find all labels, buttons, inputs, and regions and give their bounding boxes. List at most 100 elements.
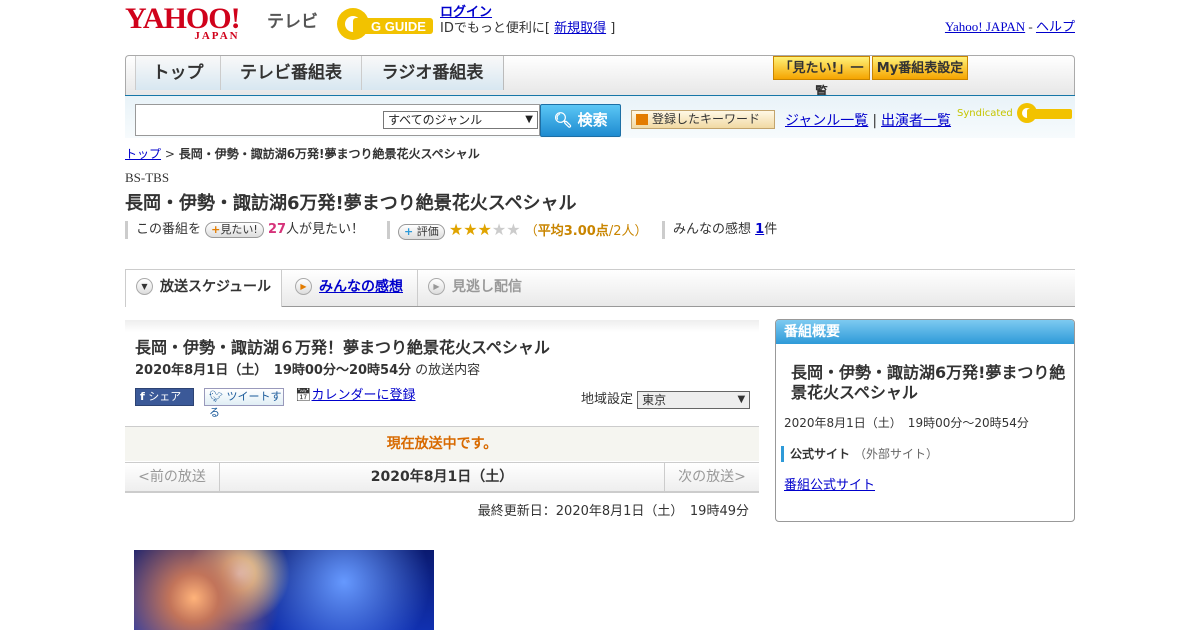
region-select[interactable]: 東京 ▼ [637, 390, 751, 409]
tweet-button[interactable]: 🐦︎ ツイートする [204, 388, 284, 419]
yahoo-japan-logo[interactable]: YAHOO! JAPAN [125, 4, 241, 42]
want-stat: この番組を +見たい! 27人が見たい！ [125, 221, 364, 239]
next-broadcast-link[interactable]: 次の放送> [664, 463, 759, 492]
plus-icon: + [211, 222, 221, 236]
program-summary-panel: 番組概要 長岡・伊勢・諏訪湖6万発!夢まつり絶景花火スペシャル 2020年8月1… [775, 319, 1075, 522]
registered-keyword-button[interactable]: 登録したキーワード [631, 110, 775, 129]
search-bar: すべてのジャンル ▼ 🔍︎ 検索 登録したキーワード ジャンル一覧 | 出演者一覧 … [125, 96, 1075, 138]
login-suffix: ] [606, 21, 616, 36]
rating-people: /2人） [608, 224, 648, 239]
summary-title: 長岡・伊勢・諏訪湖6万発!夢まつり絶景花火スペシャル [791, 363, 1066, 402]
summary-datetime: 2020年8月1日（土） 19時00分～20時54分 [784, 416, 1029, 430]
pager-current-date: 2020年8月1日（土） [370, 469, 514, 485]
want-button-label: 見たい! [220, 222, 258, 236]
chevron-down-icon: ▼ [136, 278, 153, 295]
star-filled-icon: ★ [463, 220, 478, 239]
impressions-label: みんなの感想 [673, 222, 756, 237]
broadcast-datetime-suffix: の放送内容 [415, 363, 481, 378]
star-filled-icon: ★ [477, 220, 492, 239]
search-links: ジャンル一覧 | 出演者一覧 [785, 110, 951, 130]
my-schedule-button[interactable]: My番組表設定 [872, 56, 968, 80]
broadcast-datetime: 2020年8月1日（土） 19時00分～20時54分 の放送内容 [135, 359, 480, 378]
login-box: ログイン IDでもっと便利に[ 新規取得 ] [440, 5, 615, 37]
genre-select[interactable]: すべてのジャンル ▼ [383, 111, 538, 129]
tab-impressions-label: みんなの感想 [319, 279, 403, 295]
header-separator: - [1025, 19, 1036, 34]
search-icon: 🔍︎ [553, 111, 573, 129]
syndicated-label: Syndicated [957, 108, 1013, 119]
breadcrumb-arrow: > [161, 147, 179, 161]
impressions-stat: みんなの感想 1件 [662, 221, 777, 239]
link-separator: | [872, 113, 878, 129]
rate-button[interactable]: + 評価 [398, 223, 445, 240]
calendar-link[interactable]: カレンダーに登録 [312, 388, 416, 403]
header: YAHOO! JAPAN テレビ G GUIDE ログイン IDでもっと便利に[… [125, 0, 1075, 50]
signup-link[interactable]: 新規取得 [554, 21, 606, 36]
content-tabs: ▼ 放送スケジュール ▶ みんなの感想 ▶ 見逃し配信 [125, 269, 1075, 307]
tab-schedule[interactable]: ▼ 放送スケジュール [125, 270, 282, 307]
prev-broadcast-link[interactable]: <前の放送 [125, 463, 220, 492]
help-link[interactable]: ヘルプ [1036, 19, 1075, 34]
rating-average: 平均3.00点 [537, 224, 609, 239]
tab-schedule-label: 放送スケジュール [160, 279, 272, 295]
channel-name: BS-TBS [125, 170, 170, 185]
search-button[interactable]: 🔍︎ 検索 [540, 104, 621, 137]
gguide-small-logo [1016, 103, 1072, 123]
rating-open: （ [524, 224, 538, 239]
breadcrumb-current: 長岡・伊勢・諏訪湖6万発!夢まつり絶景花火スペシャル [178, 147, 480, 161]
twitter-icon: 🐦︎ [209, 390, 223, 403]
login-prefix: IDでもっと便利に[ [440, 21, 555, 36]
region-label: 地域設定 [581, 392, 634, 407]
summary-heading: 番組概要 [776, 320, 1074, 344]
plus-icon: + [404, 224, 414, 238]
facebook-icon: f [140, 390, 145, 403]
global-nav: トップ テレビ番組表 ラジオ番組表 「見たい!」一覧 My番組表設定 [125, 55, 1075, 101]
tab-catchup[interactable]: ▶ 見逃し配信 [417, 270, 522, 306]
nav-tab-top[interactable]: トップ [135, 56, 221, 90]
impressions-suffix: 件 [764, 222, 778, 237]
gguide-logo-text: G GUIDE [371, 19, 426, 34]
nav-tab-tv-schedule[interactable]: テレビ番組表 [220, 56, 362, 90]
facebook-share-label: シェア [148, 390, 182, 403]
region-setting: 地域設定 東京 ▼ [581, 388, 751, 409]
broadcast-datetime-value: 2020年8月1日（土） 19時00分～20時54分 [135, 363, 412, 378]
header-right-links: Yahoo! JAPAN - ヘルプ [945, 16, 1075, 35]
region-select-value: 東京 [642, 392, 667, 407]
want-count: 27 [267, 222, 287, 237]
program-stats: この番組を +見たい! 27人が見たい！ + 評価 ★★★★★ （平均3.00点… [125, 221, 1075, 241]
calendar-register[interactable]: 📅︎カレンダーに登録 [295, 388, 416, 406]
external-site-label: （外部サイト） [854, 447, 939, 461]
genre-list-link[interactable]: ジャンル一覧 [785, 113, 868, 129]
broadcast-header: 長岡・伊勢・諏訪湖６万発！夢まつり絶景花火スペシャル 2020年8月1日（土） … [125, 320, 759, 419]
breadcrumb: トップ > 長岡・伊勢・諏訪湖6万発!夢まつり絶景花火スペシャル [125, 145, 1075, 162]
official-site-heading: 公式サイト （外部サイト） [781, 446, 938, 462]
registered-keyword-label: 登録したキーワード [652, 112, 761, 126]
gguide-logo[interactable]: G GUIDE [335, 6, 433, 42]
star-empty-icon: ★ [491, 220, 507, 239]
yahoo-japan-link[interactable]: Yahoo! JAPAN [945, 19, 1025, 34]
tab-catchup-label: 見逃し配信 [452, 279, 522, 295]
broadcast-pager: <前の放送 2020年8月1日（土） 次の放送> [125, 462, 759, 493]
dropdown-icon [636, 114, 648, 125]
search-button-label: 検索 [577, 111, 608, 129]
login-link[interactable]: ログイン [440, 5, 492, 20]
last-updated: 最終更新日：2020年8月1日（土） 19時49分 [477, 504, 749, 519]
breadcrumb-top-link[interactable]: トップ [125, 147, 161, 161]
impressions-count-link[interactable]: 1 [755, 222, 764, 237]
genre-select-value: すべてのジャンル [388, 113, 483, 127]
service-label: テレビ [267, 12, 318, 32]
want-suffix: 人が見たい！ [286, 222, 365, 237]
chevron-down-icon: ▼ [737, 393, 746, 405]
rating-stars: ★★★★★ [449, 221, 521, 239]
want-list-button[interactable]: 「見たい!」一覧 [773, 56, 870, 100]
chevron-right-icon: ▶ [295, 278, 312, 295]
official-site-link[interactable]: 番組公式サイト [784, 474, 875, 493]
nav-tab-radio-schedule[interactable]: ラジオ番組表 [361, 56, 504, 90]
want-button[interactable]: +見たい! [205, 221, 264, 238]
chevron-right-icon: ▶ [428, 278, 445, 295]
tab-impressions[interactable]: ▶ みんなの感想 [285, 270, 403, 306]
chevron-down-icon: ▼ [525, 114, 533, 125]
broadcast-title: 長岡・伊勢・諏訪湖６万発！夢まつり絶景花火スペシャル [135, 338, 550, 357]
facebook-share-button[interactable]: f シェア [135, 388, 194, 406]
cast-list-link[interactable]: 出演者一覧 [881, 113, 951, 129]
